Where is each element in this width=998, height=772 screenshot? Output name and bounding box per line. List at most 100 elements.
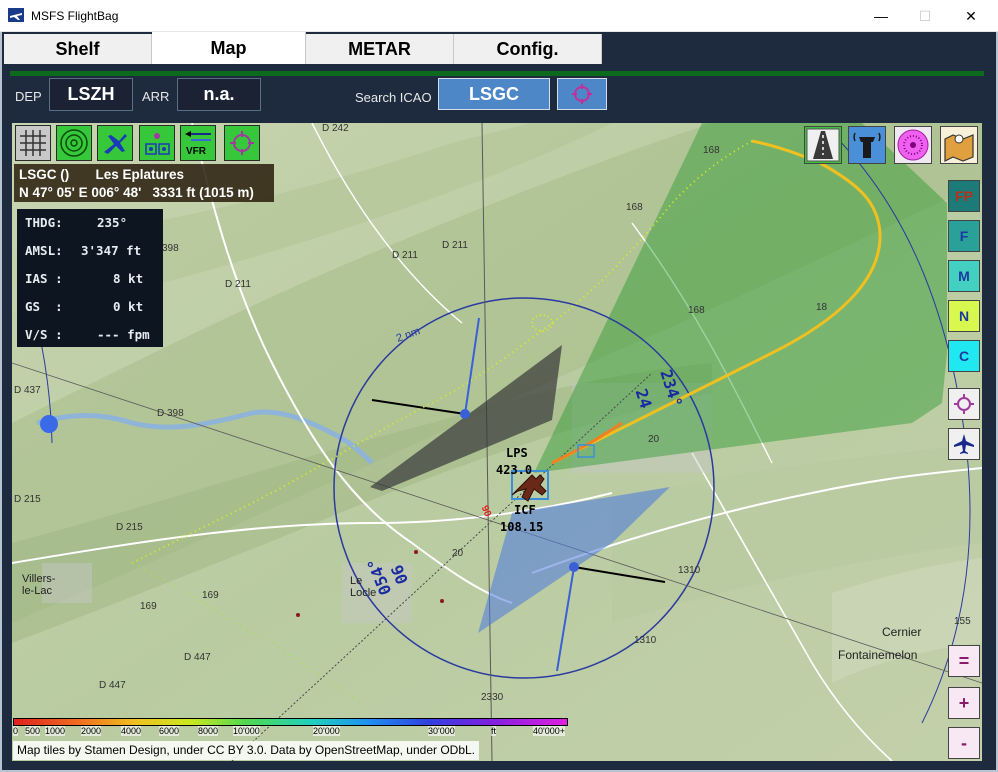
- target-icon: [954, 394, 974, 414]
- vs-value: --- fpm: [97, 327, 150, 342]
- close-button[interactable]: ✕: [948, 0, 994, 32]
- map-pin-button[interactable]: [940, 126, 978, 164]
- road-label: D 211: [442, 240, 468, 251]
- gs-value: 0 kt: [113, 299, 144, 314]
- road-label: 20: [648, 434, 660, 445]
- altitude-gradient-bar: [13, 718, 568, 726]
- road-label: 168: [626, 202, 643, 213]
- layer-n-button[interactable]: N: [948, 300, 980, 332]
- tab-shelf[interactable]: Shelf: [4, 34, 152, 64]
- road-label: D 398: [157, 408, 184, 419]
- layer-f-label: F: [959, 228, 969, 244]
- thdg-value: 235°: [97, 215, 128, 230]
- minimize-icon: —: [874, 8, 888, 24]
- layer-m-button[interactable]: M: [948, 260, 980, 292]
- legend-tick: 8000: [198, 726, 219, 736]
- layer-c-button[interactable]: C: [948, 340, 980, 372]
- runway-button[interactable]: [804, 126, 842, 164]
- divider: [10, 71, 984, 76]
- legend-tick: 40'000+: [533, 726, 566, 736]
- dep-field[interactable]: LSZH: [49, 78, 133, 111]
- airport-coordinates: N 47° 05' E 006° 48' 3331 ft (1015 m): [19, 185, 254, 200]
- target-icon: [230, 131, 254, 155]
- search-target-button[interactable]: [557, 78, 607, 110]
- ndb-frequency: 423.0: [496, 463, 533, 477]
- tab-config[interactable]: Config.: [454, 34, 602, 64]
- minimize-button[interactable]: —: [858, 0, 904, 32]
- town-label: Cernier: [882, 625, 922, 639]
- legend-tick: 0: [13, 726, 19, 736]
- aircraft-follow-button[interactable]: [97, 125, 133, 161]
- zoom-in-button[interactable]: +: [948, 687, 980, 719]
- vor-frequency: 108.15: [500, 520, 544, 534]
- tab-metar[interactable]: METAR: [306, 34, 454, 64]
- center-aircraft-button[interactable]: [948, 428, 980, 460]
- legend-tick: 6000: [159, 726, 180, 736]
- road-label: D 215: [14, 494, 41, 505]
- airplane-icon: [954, 434, 974, 454]
- telemetry-label: AMSL:: [25, 243, 63, 258]
- legend-tick: 20'000: [313, 726, 340, 736]
- road-label: 20: [452, 548, 464, 559]
- search-icao-label: Search ICAO: [355, 90, 432, 105]
- telemetry-label: V/S :: [25, 327, 63, 342]
- legend-tick: 30'000: [428, 726, 455, 736]
- road-label: D 447: [99, 680, 126, 691]
- vor-rose-icon: [897, 129, 929, 161]
- layer-m-label: M: [958, 268, 970, 284]
- layer-fp-button[interactable]: FP: [948, 180, 980, 212]
- layer-c-label: C: [958, 348, 970, 364]
- road-label: 1310: [678, 565, 701, 576]
- arr-field[interactable]: n.a.: [177, 78, 261, 111]
- road-label: 168: [688, 305, 705, 316]
- vfr-button[interactable]: VFR: [180, 125, 216, 161]
- navaids-icon: [145, 133, 170, 155]
- search-icao-input[interactable]: LSGC: [438, 78, 550, 110]
- aircraft-icon: [104, 134, 127, 154]
- vfr-label: VFR: [186, 146, 206, 157]
- airplane-app-icon: [8, 8, 24, 22]
- town-label: Fontainemelon: [838, 648, 918, 662]
- road-label: D 211: [225, 279, 251, 290]
- telemetry-panel: THDG: 235° AMSL: 3'347 ft IAS : 8 kt GS …: [17, 209, 163, 347]
- map-pin-icon: [944, 134, 974, 162]
- road-label: D 211: [392, 250, 418, 261]
- legend-tick: ft: [491, 726, 497, 736]
- runway-icon: [806, 128, 840, 162]
- close-icon: ✕: [965, 7, 977, 24]
- road-label: D 215: [116, 522, 143, 533]
- layer-n-label: N: [958, 308, 970, 324]
- map-view[interactable]: D 242 D 211 D 211 D 211 D 398 D 398 D 43…: [12, 123, 982, 761]
- tower-button[interactable]: [848, 126, 886, 164]
- maximize-button[interactable]: ☐: [902, 0, 948, 32]
- road-label: D 242: [322, 123, 349, 134]
- ias-value: 8 kt: [113, 271, 144, 286]
- vor-rose-button[interactable]: [894, 126, 932, 164]
- legend-tick: 4000: [121, 726, 142, 736]
- target-button[interactable]: [224, 125, 260, 161]
- road-label: 169: [202, 590, 219, 601]
- range-rings-button[interactable]: [56, 125, 92, 161]
- road-label: 155: [954, 616, 971, 627]
- map-attribution: Map tiles by Stamen Design, under CC BY …: [13, 741, 480, 760]
- legend-tick: 10'000: [233, 726, 260, 736]
- range-rings-icon: [60, 129, 88, 157]
- road-label: 169: [140, 601, 157, 612]
- road-label: 18: [816, 302, 828, 313]
- grid-toggle-button[interactable]: [15, 125, 51, 161]
- target-icon: [572, 84, 592, 104]
- road-label: 168: [703, 145, 720, 156]
- road-label: 1310: [634, 635, 657, 646]
- title-bar: MSFS FlightBag — ☐ ✕: [0, 0, 998, 32]
- zoom-reset-button[interactable]: =: [948, 645, 980, 677]
- tab-bar: Shelf Map METAR Config.: [4, 32, 602, 64]
- zoom-out-button[interactable]: -: [948, 727, 980, 759]
- center-target-button[interactable]: [948, 388, 980, 420]
- airport-name: LSGC () Les Eplatures: [19, 167, 185, 182]
- layer-f-button[interactable]: F: [948, 220, 980, 252]
- window-title: MSFS FlightBag: [31, 9, 119, 23]
- dep-label: DEP: [15, 89, 42, 104]
- airport-info: LSGC () Les Eplatures N 47° 05' E 006° 4…: [14, 164, 274, 202]
- tab-map[interactable]: Map: [152, 32, 306, 64]
- navaids-button[interactable]: [139, 125, 175, 161]
